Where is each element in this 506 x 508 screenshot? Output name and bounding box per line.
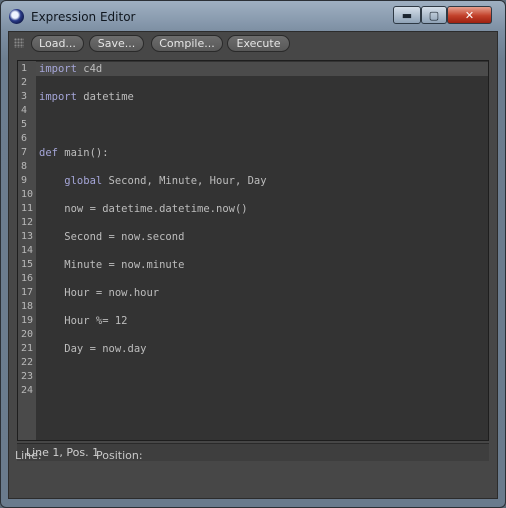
code-text: now = datetime.datetime.now() [39, 203, 248, 215]
editor-panel: Load... Save... Compile... Execute 12345… [8, 31, 498, 499]
line-number: 18 [21, 301, 34, 312]
code-line[interactable]: Hour = now.hour [39, 286, 159, 300]
code-line[interactable]: import c4d [39, 62, 102, 76]
line-number: 4 [21, 105, 28, 116]
line-number: 15 [21, 259, 34, 270]
expression-editor-window: Expression Editor ▬ ▢ ✕ Load... Save... … [0, 0, 506, 508]
code-text: Second, Minute, Hour, Day [102, 175, 267, 187]
code-line[interactable]: global Second, Minute, Hour, Day [39, 174, 267, 188]
line-number: 14 [21, 245, 34, 256]
line-number: 7 [21, 147, 28, 158]
line-number: 16 [21, 273, 34, 284]
line-label: Line: [15, 449, 42, 462]
cinema4d-logo-icon [9, 9, 24, 24]
code-line[interactable]: now = datetime.datetime.now() [39, 202, 248, 216]
execute-button[interactable]: Execute [227, 35, 290, 52]
code-text: Hour = now.hour [39, 287, 160, 299]
load-button[interactable]: Load... [31, 35, 84, 52]
code-line[interactable]: def main(): [39, 146, 109, 160]
code-text: Second = now.second [39, 231, 185, 243]
code-keyword: import [39, 63, 77, 75]
line-number: 11 [21, 203, 34, 214]
code-line[interactable]: Day = now.day [39, 342, 146, 356]
line-number: 20 [21, 329, 34, 340]
code-editor[interactable]: 1 2 3 4 5 6 7 8 9 10 11 12 13 14 15 16 17 18 19 20 21 22 23 24 … [17, 60, 489, 441]
minimize-button[interactable]: ▬ [393, 6, 421, 24]
code-line[interactable]: Hour %= 12 [39, 314, 128, 328]
line-number: 24 [21, 385, 34, 396]
line-number: 6 [21, 133, 28, 144]
editor-status-bar: Line 1, Pos. 1 [17, 443, 489, 461]
close-button[interactable]: ✕ [447, 6, 492, 24]
compile-button[interactable]: Compile... [151, 35, 223, 52]
line-number: 9 [21, 175, 28, 186]
current-line-highlight [36, 62, 488, 76]
window-title: Expression Editor [31, 10, 136, 24]
code-text: Hour %= 12 [39, 315, 128, 327]
position-label: Position: [96, 449, 143, 462]
code-keyword: global [39, 175, 103, 187]
line-number: 12 [21, 217, 34, 228]
line-number: 2 [21, 77, 28, 88]
code-text: datetime [76, 91, 134, 103]
toolbar-grip-icon[interactable] [14, 38, 24, 48]
line-number: 5 [21, 119, 28, 130]
maximize-button[interactable]: ▢ [421, 6, 447, 24]
line-number: 3 [21, 91, 28, 102]
code-text: Day = now.day [39, 343, 147, 355]
code-line[interactable]: Second = now.second [39, 230, 184, 244]
line-number: 19 [21, 315, 34, 326]
close-icon: ✕ [464, 8, 475, 22]
line-number: 23 [21, 371, 34, 382]
maximize-icon: ▢ [428, 8, 440, 22]
code-text: c4d [76, 63, 103, 75]
code-line[interactable]: import datetime [39, 90, 134, 104]
code-keyword: import [39, 91, 77, 103]
line-number: 1 [21, 63, 28, 74]
minimize-icon: ▬ [401, 8, 413, 22]
code-keyword: def [39, 147, 58, 159]
line-number-gutter: 1 2 3 4 5 6 7 8 9 10 11 12 13 14 15 16 17 18 19 20 21 22 23 24 [18, 61, 36, 440]
title-bar[interactable]: Expression Editor ▬ ▢ ✕ [1, 1, 505, 31]
line-number: 17 [21, 287, 34, 298]
line-number: 13 [21, 231, 34, 242]
save-button[interactable]: Save... [89, 35, 144, 52]
toolbar: Load... Save... Compile... Execute [9, 32, 497, 54]
line-number: 10 [21, 189, 34, 200]
code-text: main(): [57, 147, 109, 159]
code-line[interactable]: Minute = now.minute [39, 258, 184, 272]
line-number: 22 [21, 357, 34, 368]
code-text: Minute = now.minute [39, 259, 185, 271]
line-number: 8 [21, 161, 28, 172]
line-number: 21 [21, 343, 34, 354]
